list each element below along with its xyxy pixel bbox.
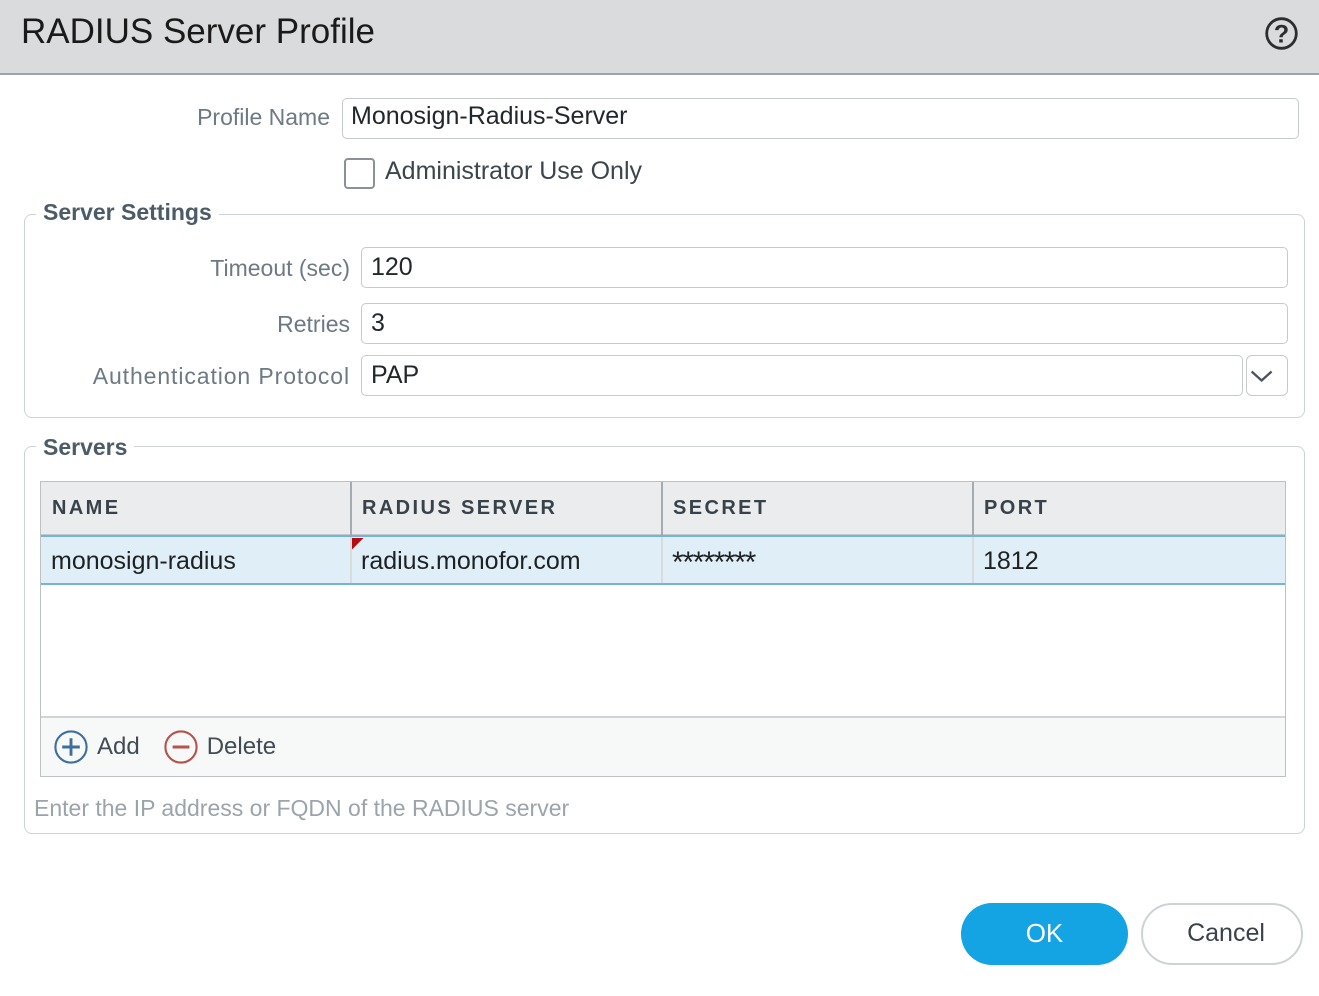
svg-text:?: ? [1274, 21, 1289, 49]
